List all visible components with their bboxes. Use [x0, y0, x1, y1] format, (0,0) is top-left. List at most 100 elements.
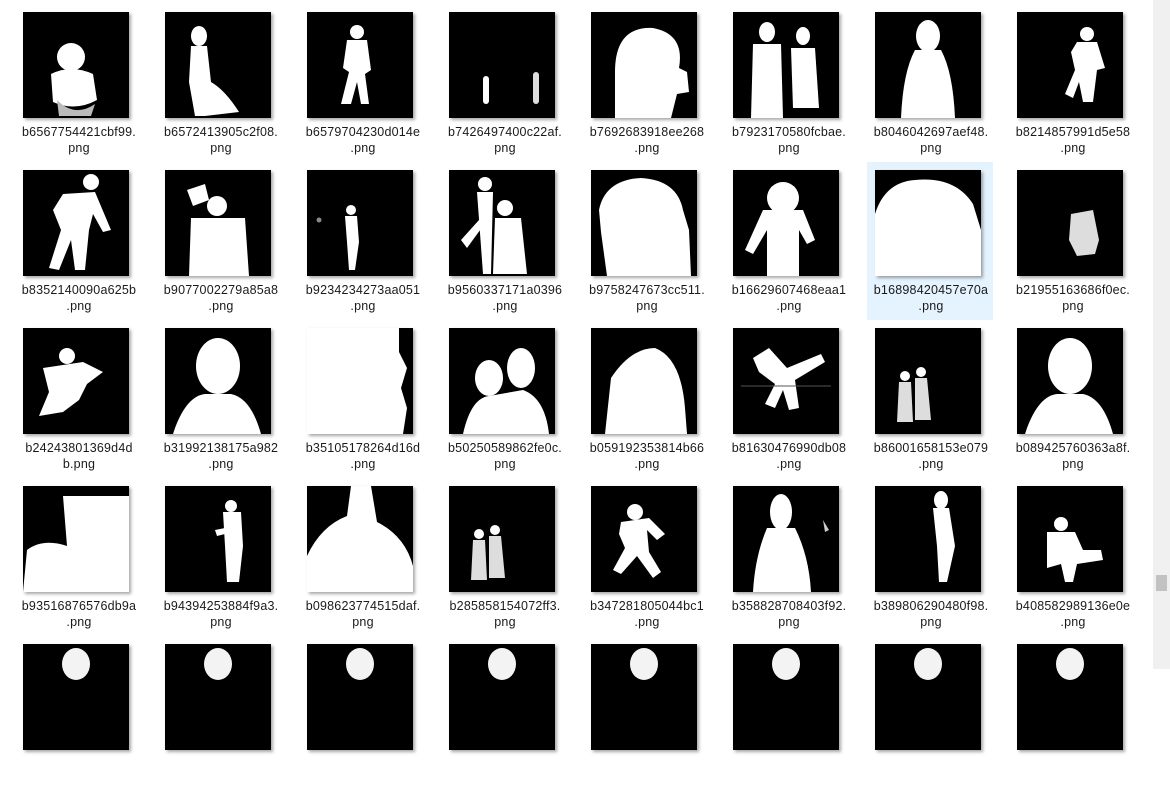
file-thumbnail [733, 170, 839, 276]
file-item[interactable]: b8214857991d5e58 .png [1009, 4, 1135, 162]
file-thumbnail [449, 486, 555, 592]
file-name-line-1: b8352140090a625b [21, 283, 137, 297]
file-name-line-1: b7426497400c22af. [448, 125, 562, 139]
file-name-line-2: .png [1060, 141, 1086, 155]
file-item[interactable]: b358828708403f92. png [725, 478, 851, 636]
file-thumbnail [307, 12, 413, 118]
file-item[interactable]: b24243801369d4d b.png [15, 320, 141, 478]
scrollbar-thumb[interactable] [1156, 575, 1167, 591]
file-item[interactable]: b347281805044bc1 .png [583, 478, 709, 636]
file-item[interactable]: b31992138175a982 .png [157, 320, 283, 478]
file-name: b6567754421cbf99. png [16, 124, 142, 156]
file-name: b7426497400c22af. png [442, 124, 568, 156]
file-item[interactable]: b6567754421cbf99. png [15, 4, 141, 162]
file-item[interactable] [583, 636, 709, 794]
file-item[interactable]: b6579704230d014e .png [299, 4, 425, 162]
file-name: b93516876576db9a .png [16, 598, 142, 630]
file-name-line-2: .png [350, 299, 376, 313]
file-item[interactable]: b9077002279a85a8 .png [157, 162, 283, 320]
file-item[interactable]: b50250589862fe0c. png [441, 320, 567, 478]
file-name-line-1: b9234234273aa051 [305, 283, 421, 297]
file-name-line-1: b94394253884f9a3. [163, 599, 279, 613]
file-name-line-2: png [68, 141, 90, 155]
file-item[interactable] [299, 636, 425, 794]
file-name-line-2: png [494, 141, 516, 155]
file-name: b9758247673cc511. png [584, 282, 710, 314]
file-item[interactable]: b389806290480f98. png [867, 478, 993, 636]
file-item[interactable]: b94394253884f9a3. png [157, 478, 283, 636]
file-thumbnail [1017, 12, 1123, 118]
file-item[interactable] [725, 636, 851, 794]
file-name-line-1: b50250589862fe0c. [448, 441, 562, 455]
file-name-line-1: b21955163686f0ec. [1016, 283, 1130, 297]
file-name-line-1: b285858154072ff3. [449, 599, 561, 613]
file-name-line-2: png [778, 141, 800, 155]
file-thumbnail [875, 644, 981, 750]
file-item[interactable]: b9758247673cc511. png [583, 162, 709, 320]
file-item[interactable]: b7923170580fcbae. png [725, 4, 851, 162]
file-name-line-2: .png [492, 299, 518, 313]
file-name-line-2: .png [350, 141, 376, 155]
vertical-scrollbar[interactable] [1153, 0, 1170, 669]
file-item[interactable]: b9560337171a0396 .png [441, 162, 567, 320]
file-name: b31992138175a982 .png [158, 440, 284, 472]
file-item[interactable]: b35105178264d16d .png [299, 320, 425, 478]
file-name-line-2: png [494, 457, 516, 471]
file-item[interactable]: b7692683918ee268 .png [583, 4, 709, 162]
file-thumbnail [307, 328, 413, 434]
file-item[interactable]: b81630476990db08 .png [725, 320, 851, 478]
file-name-line-2: png [778, 615, 800, 629]
file-item[interactable]: b9234234273aa051 .png [299, 162, 425, 320]
file-name-line-2: .png [208, 457, 234, 471]
file-thumbnail [307, 644, 413, 750]
file-thumbnail [733, 486, 839, 592]
file-item[interactable] [1009, 636, 1135, 794]
file-name-line-2: png [352, 615, 374, 629]
file-thumbnail [165, 12, 271, 118]
file-name: b059192353814b66 .png [584, 440, 710, 472]
file-item[interactable]: b098623774515daf. png [299, 478, 425, 636]
file-name-line-1: b358828708403f92. [731, 599, 847, 613]
file-name-line-1: b16898420457e70a [873, 283, 989, 297]
file-item[interactable]: b86001658153e079 .png [867, 320, 993, 478]
file-name-line-1: b389806290480f98. [873, 599, 989, 613]
file-item[interactable]: b7426497400c22af. png [441, 4, 567, 162]
file-item[interactable]: b16629607468eaa1 .png [725, 162, 851, 320]
file-item[interactable]: b285858154072ff3. png [441, 478, 567, 636]
file-item[interactable]: b6572413905c2f08. png [157, 4, 283, 162]
file-name-line-2: png [210, 141, 232, 155]
file-item[interactable]: b8046042697aef48. png [867, 4, 993, 162]
file-name-line-1: b347281805044bc1 [590, 599, 704, 613]
file-name: b50250589862fe0c. png [442, 440, 568, 472]
file-name-line-2: png [494, 615, 516, 629]
file-thumbnail [1017, 644, 1123, 750]
file-thumbnail [449, 12, 555, 118]
file-name-line-1: b31992138175a982 [163, 441, 279, 455]
file-item[interactable] [157, 636, 283, 794]
file-name-line-1: b81630476990db08 [731, 441, 847, 455]
file-name: b9560337171a0396 .png [442, 282, 568, 314]
file-item[interactable] [15, 636, 141, 794]
file-name: b7923170580fcbae. png [726, 124, 852, 156]
file-item[interactable] [867, 636, 993, 794]
file-name-line-1: b16629607468eaa1 [731, 283, 847, 297]
file-item[interactable]: b21955163686f0ec. png [1009, 162, 1135, 320]
file-item[interactable] [441, 636, 567, 794]
file-name-line-2: b.png [62, 457, 96, 471]
file-item[interactable]: b16898420457e70a .png [867, 162, 993, 320]
file-name: b098623774515daf. png [300, 598, 426, 630]
file-item[interactable]: b059192353814b66 .png [583, 320, 709, 478]
file-name: b16898420457e70a .png [868, 282, 994, 314]
file-item[interactable]: b93516876576db9a .png [15, 478, 141, 636]
file-name-line-2: png [636, 299, 658, 313]
file-name-line-2: png [210, 615, 232, 629]
file-thumbnail [165, 328, 271, 434]
file-item[interactable]: b089425760363a8f. png [1009, 320, 1135, 478]
file-item[interactable]: b408582989136e0e .png [1009, 478, 1135, 636]
file-name-line-2: .png [776, 457, 802, 471]
file-thumbnail [307, 170, 413, 276]
file-thumbnail [165, 644, 271, 750]
file-thumbnail [449, 170, 555, 276]
file-name: b8046042697aef48. png [868, 124, 994, 156]
file-item[interactable]: b8352140090a625b .png [15, 162, 141, 320]
